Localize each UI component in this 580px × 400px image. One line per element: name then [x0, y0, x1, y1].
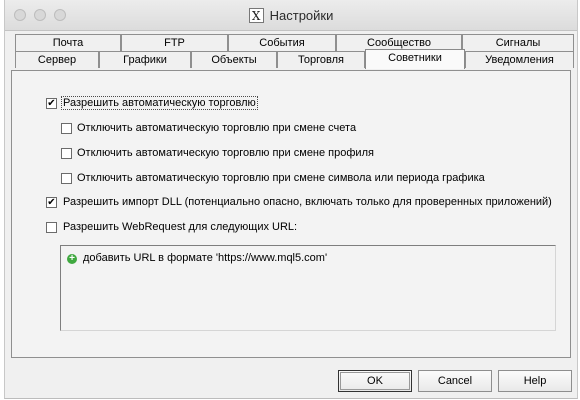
auto-trading-checkbox[interactable]: ✔ [46, 98, 57, 109]
tab-notifications[interactable]: Уведомления [465, 51, 574, 68]
tab-charts[interactable]: Графики [99, 51, 191, 68]
ok-button[interactable]: OK [338, 370, 412, 392]
disable-on-profile-label[interactable]: Отключить автоматическую торговлю при см… [77, 147, 374, 159]
tab-expert-advisors[interactable]: Советники [365, 49, 465, 69]
help-button[interactable]: Help [498, 370, 572, 392]
advisors-panel: ✔ Разрешить автоматическую торговлю Откл… [11, 70, 571, 358]
settings-window: X Настройки Почта FTP События Сообщество… [4, 0, 578, 399]
disable-on-account-checkbox[interactable] [61, 123, 72, 134]
dll-import-checkbox[interactable]: ✔ [46, 197, 57, 208]
app-icon: X [248, 7, 264, 23]
tab-ftp[interactable]: FTP [121, 34, 228, 51]
dll-import-label[interactable]: Разрешить импорт DLL (потенциально опасн… [63, 196, 552, 208]
disable-on-profile-checkbox[interactable] [61, 148, 72, 159]
disable-on-symbol-checkbox[interactable] [61, 173, 72, 184]
tab-trading[interactable]: Торговля [277, 51, 365, 68]
add-icon[interactable]: + [67, 254, 77, 264]
add-url-hint[interactable]: добавить URL в формате 'https://www.mql5… [83, 252, 327, 264]
tab-objects[interactable]: Объекты [191, 51, 277, 68]
window-title: Настройки [269, 7, 334, 23]
title-wrap: X Настройки [5, 0, 577, 30]
tab-server[interactable]: Сервер [15, 51, 99, 68]
tab-mail[interactable]: Почта [15, 34, 121, 51]
tab-signals[interactable]: Сигналы [462, 34, 574, 51]
disable-on-account-label[interactable]: Отключить автоматическую торговлю при см… [77, 122, 356, 134]
cancel-button[interactable]: Cancel [418, 370, 492, 392]
url-list[interactable]: + добавить URL в формате 'https://www.mq… [60, 245, 556, 331]
tab-events[interactable]: События [228, 34, 336, 51]
tab-bar: Почта FTP События Сообщество Сигналы Сер… [5, 34, 577, 70]
webrequest-checkbox[interactable] [46, 222, 57, 233]
webrequest-label[interactable]: Разрешить WebRequest для следующих URL: [63, 221, 297, 233]
auto-trading-label[interactable]: Разрешить автоматическую торговлю [61, 96, 258, 110]
title-bar: X Настройки [5, 0, 577, 31]
disable-on-symbol-label[interactable]: Отключить автоматическую торговлю при см… [77, 172, 485, 184]
